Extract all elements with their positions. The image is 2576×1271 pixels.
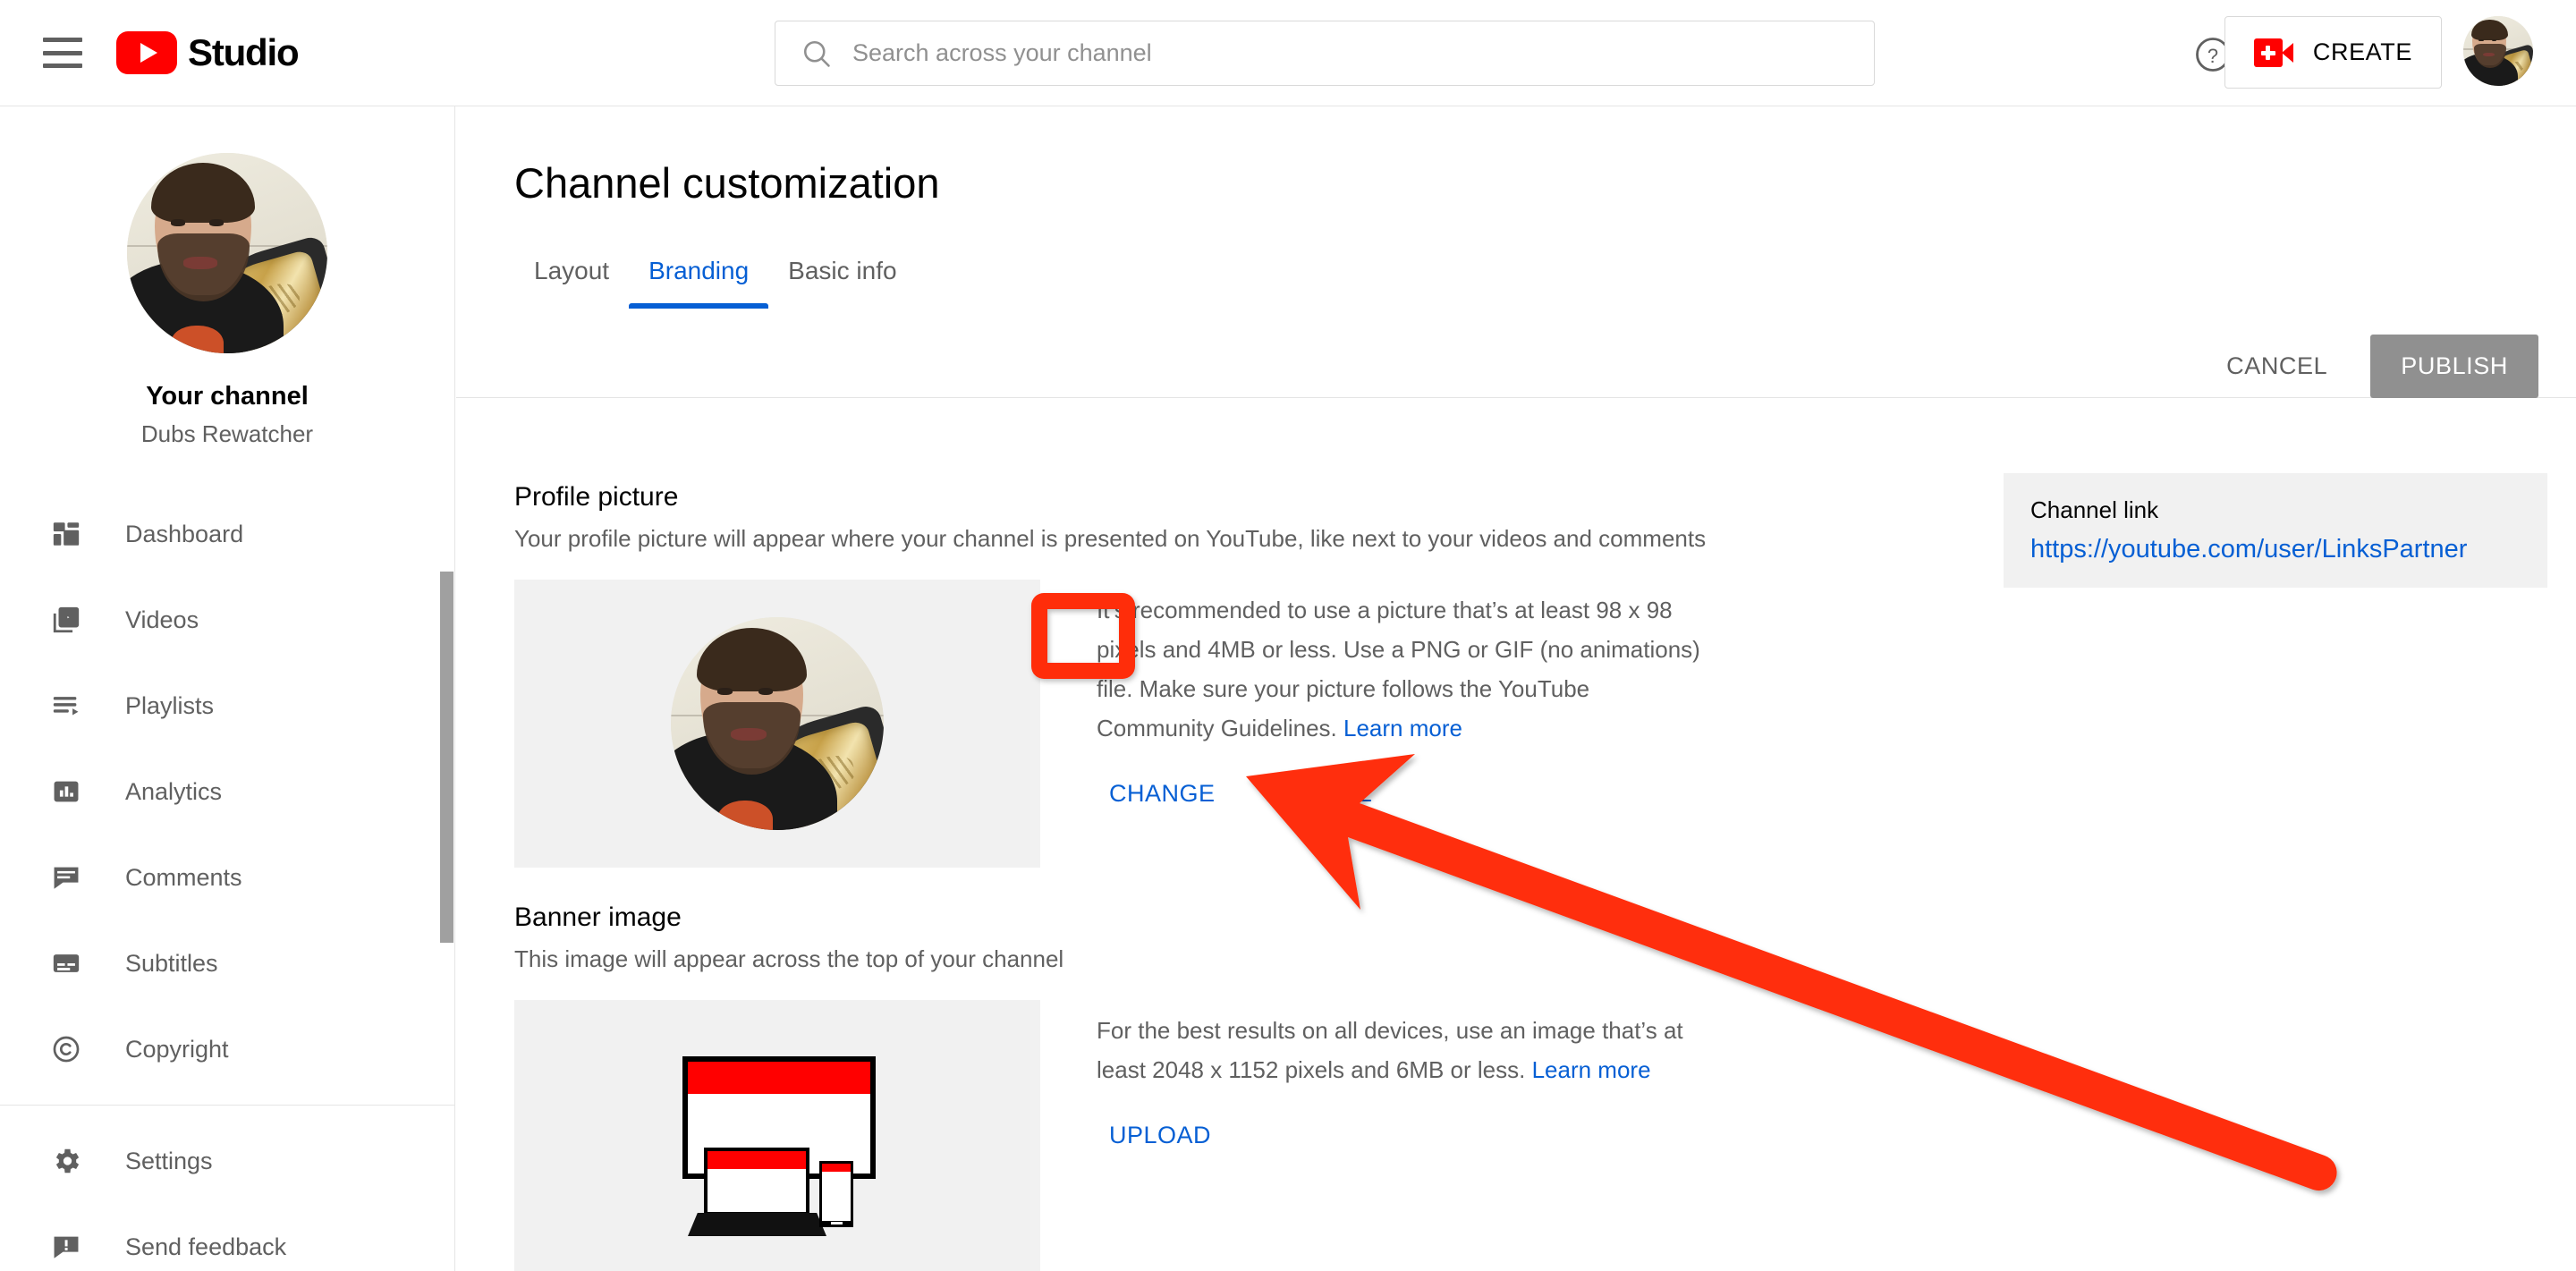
channel-avatar[interactable] [127,153,327,353]
video-library-icon [47,600,86,640]
hamburger-line [43,64,82,68]
sidebar-item-label: Comments [125,863,242,891]
channel-link-url[interactable]: https://youtube.com/user/LinksPartner [2030,535,2521,564]
page-actions: CANCEL PUBLISH [2203,335,2538,398]
copyright-icon [47,1030,86,1069]
sidebar-item-copyright[interactable]: Copyright [0,1006,454,1092]
banner-image-description: This image will appear across the top of… [514,945,1064,972]
profile-picture-section: Profile picture Your profile picture wil… [514,482,1749,868]
hamburger-line [43,38,82,42]
remove-profile-picture-button[interactable]: REMOVE [1253,769,1385,818]
gear-icon [47,1141,86,1181]
bar-chart-icon [47,772,86,811]
sidebar-nav: Dashboard Videos Playlists Analytics Com… [0,491,454,1271]
main-content: Channel customization Layout Branding Ba… [456,106,2576,1271]
banner-image-title: Banner image [514,902,682,932]
banner-image-section: Banner image This image will appear acro… [514,902,1749,1271]
sidebar: Your channel Dubs Rewatcher Dashboard Vi… [0,106,455,1271]
top-app-bar: Studio ? CREATE [0,0,2576,106]
sidebar-item-dashboard[interactable]: Dashboard [0,491,454,577]
create-button[interactable]: CREATE [2224,16,2442,89]
hamburger-menu-icon[interactable] [43,38,82,68]
tab-basic-info[interactable]: Basic info [768,257,916,309]
channel-link-card: Channel link https://youtube.com/user/Li… [2004,473,2547,588]
sidebar-item-settings[interactable]: Settings [0,1118,454,1204]
sidebar-item-label: Analytics [125,777,223,805]
channel-summary: Your channel Dubs Rewatcher [0,106,454,448]
tab-bar: Layout Branding Basic info [514,257,917,309]
video-camera-plus-icon [2253,38,2293,67]
playlist-icon [47,686,86,725]
youtube-studio-logo[interactable]: Studio [116,31,300,74]
your-channel-label: Your channel [146,382,309,411]
svg-text:?: ? [2207,45,2218,67]
publish-button[interactable]: PUBLISH [2370,335,2538,398]
logo-text: Studio [188,31,300,73]
cancel-button[interactable]: CANCEL [2203,336,2351,396]
sidebar-item-label: Subtitles [125,949,218,977]
sidebar-scrollbar-thumb[interactable] [440,572,453,943]
search-icon [803,40,830,67]
sidebar-item-label: Videos [125,606,199,633]
channel-link-label: Channel link [2030,496,2159,523]
account-avatar[interactable] [2463,16,2533,86]
sidebar-item-label: Settings [125,1147,213,1174]
sidebar-item-subtitles[interactable]: Subtitles [0,920,454,1006]
youtube-play-icon [116,31,177,74]
sidebar-item-label: Dashboard [125,520,244,547]
channel-avatar-image [127,153,327,353]
page-title: Channel customization [514,159,940,207]
change-profile-picture-button[interactable]: CHANGE [1097,769,1228,818]
devices-placeholder-icon [606,1049,948,1239]
profile-picture-preview [514,580,1040,868]
avatar-image [2463,16,2533,86]
branding-settings: Profile picture Your profile picture wil… [456,415,2576,1271]
profile-picture-info: It’s recommended to use a picture that’s… [1097,580,1705,868]
sidebar-item-playlists[interactable]: Playlists [0,663,454,749]
sidebar-item-label: Playlists [125,691,215,719]
banner-image-learn-more-link[interactable]: Learn more [1532,1056,1651,1083]
upload-banner-button[interactable]: UPLOAD [1097,1111,1224,1160]
subtitles-icon [47,944,86,983]
search-input[interactable] [852,39,1801,67]
sidebar-item-send-feedback[interactable]: Send feedback [0,1204,454,1271]
hamburger-line [43,50,82,55]
tab-layout[interactable]: Layout [514,257,629,309]
feedback-icon [47,1227,86,1267]
play-triangle [140,43,157,63]
search-bar[interactable] [775,21,1875,86]
sidebar-item-analytics[interactable]: Analytics [0,749,454,835]
sidebar-item-label: Send feedback [125,1233,287,1260]
profile-picture-title: Profile picture [514,482,679,512]
sidebar-item-comments[interactable]: Comments [0,835,454,920]
banner-image-preview [514,1000,1040,1271]
dashboard-icon [47,514,86,554]
sidebar-item-label: Copyright [125,1035,229,1063]
profile-picture-image [671,617,884,830]
profile-picture-learn-more-link[interactable]: Learn more [1343,715,1462,741]
sidebar-item-videos[interactable]: Videos [0,577,454,663]
tab-branding[interactable]: Branding [629,257,769,309]
channel-name-label: Dubs Rewatcher [140,420,314,447]
profile-picture-description: Your profile picture will appear where y… [514,525,1707,552]
banner-image-info: For the best results on all devices, use… [1097,1000,1705,1271]
create-button-label: CREATE [2312,38,2412,65]
sidebar-divider [0,1105,454,1106]
comment-icon [47,858,86,897]
